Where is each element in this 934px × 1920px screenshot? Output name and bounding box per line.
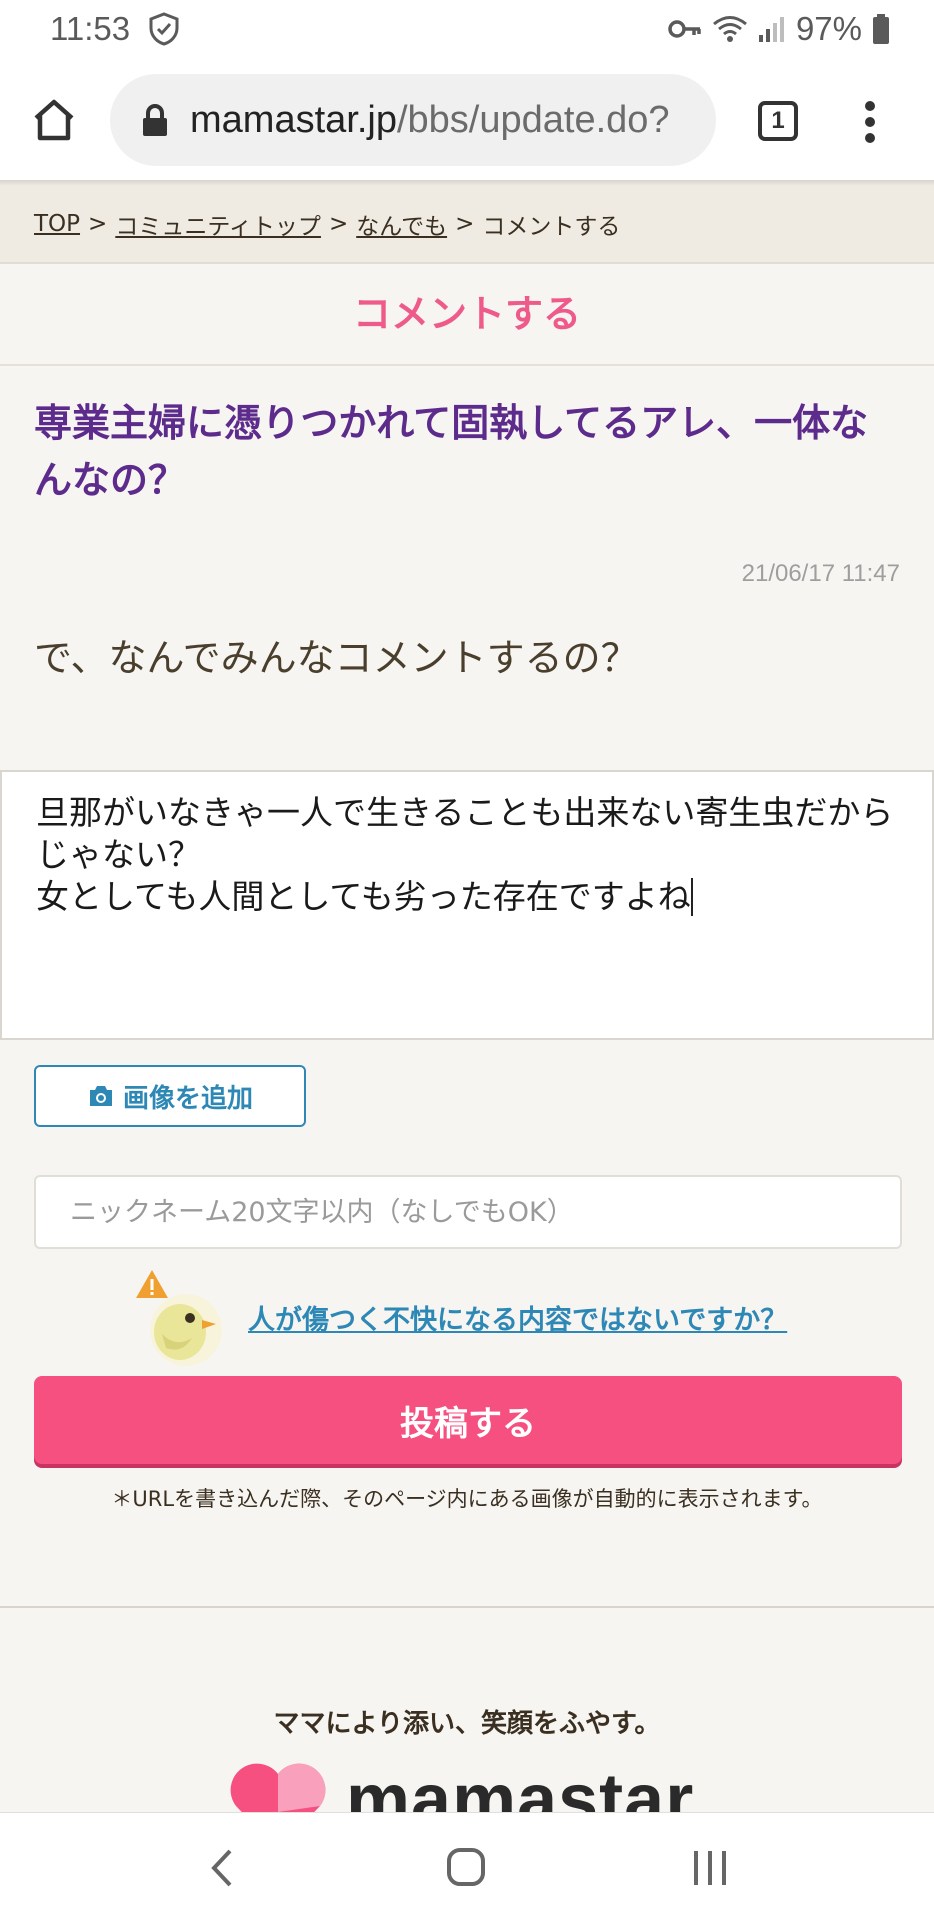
comment-textarea[interactable]: 旦那がいなきゃ一人で生きることも出来ない寄生虫だからじゃない？ 女としても人間と… xyxy=(0,770,934,1040)
warning-row: 人が傷つく不快になる内容ではないですか？ xyxy=(132,1268,832,1368)
heart-logo-icon xyxy=(230,1763,326,1812)
site-logo[interactable]: mamastar xyxy=(228,1760,708,1812)
home-nav-icon[interactable] xyxy=(446,1847,486,1887)
url-path: /bbs/update.do? xyxy=(396,98,670,141)
comment-text: 旦那がいなきゃ一人で生きることも出来ない寄生虫だからじゃない？ 女としても人間と… xyxy=(36,793,894,916)
topic-date: 21/06/17 11:47 xyxy=(741,560,900,587)
add-image-button[interactable]: 画像を追加 xyxy=(34,1065,306,1127)
nickname-input[interactable] xyxy=(34,1175,902,1249)
add-image-label: 画像を追加 xyxy=(122,1083,253,1114)
status-time: 11:53 xyxy=(50,10,131,47)
breadcrumb-current: コメントする xyxy=(482,214,621,240)
content-warning-link[interactable]: 人が傷つく不快になる内容ではないですか？ xyxy=(248,1298,787,1337)
page-heading: コメントする xyxy=(0,266,934,366)
back-icon[interactable] xyxy=(208,1847,238,1889)
breadcrumb-separator: > xyxy=(88,211,108,237)
battery-icon xyxy=(873,14,889,44)
breadcrumb-top[interactable]: TOP xyxy=(34,211,80,237)
tabs-icon[interactable]: 1 xyxy=(758,101,798,141)
warning-bird-icon xyxy=(136,1270,222,1366)
key-icon xyxy=(668,20,701,38)
battery-percent: 97% xyxy=(795,10,862,47)
status-bar: 11:53 97% xyxy=(0,0,934,60)
text-caret xyxy=(690,878,693,916)
status-indicators: 97% xyxy=(668,10,890,48)
footer-tagline: ママにより添い、笑顔をふやす。 xyxy=(273,1709,661,1739)
footer-divider xyxy=(0,1606,934,1608)
breadcrumb-category[interactable]: なんでも xyxy=(356,207,447,241)
camera-icon xyxy=(89,1086,112,1106)
breadcrumb-separator: > xyxy=(455,211,475,237)
signal-icon xyxy=(758,17,784,42)
url-text: mamastar.jp/bbs/update.do? xyxy=(190,99,670,142)
system-nav-bar xyxy=(0,1812,934,1920)
more-vert-icon[interactable] xyxy=(858,98,882,146)
url-note: ＊URLを書き込んだ際、そのページ内にある画像が自動的に表示されます。 xyxy=(111,1487,823,1511)
submit-button[interactable]: 投稿する xyxy=(34,1376,902,1464)
home-icon[interactable] xyxy=(30,96,78,144)
topic-body: で、なんでみんなコメントするの？ xyxy=(34,636,639,680)
breadcrumb: TOP > コミュニティトップ > なんでも > コメントする xyxy=(0,186,934,264)
topic-title: 専業主婦に憑りつかれて固執してるアレ、一体なんなの？ xyxy=(34,401,869,502)
lock-icon xyxy=(143,104,167,136)
address-bar[interactable]: mamastar.jp/bbs/update.do? xyxy=(110,74,716,166)
logo-text: mamastar xyxy=(346,1760,695,1812)
wifi-icon xyxy=(712,16,747,42)
recent-apps-icon[interactable] xyxy=(690,1847,730,1889)
breadcrumb-separator: > xyxy=(328,211,349,237)
browser-toolbar: mamastar.jp/bbs/update.do? 1 xyxy=(0,60,934,180)
url-host: mamastar.jp xyxy=(190,98,397,141)
breadcrumb-community[interactable]: コミュニティトップ xyxy=(115,207,321,241)
shield-icon xyxy=(149,12,179,46)
